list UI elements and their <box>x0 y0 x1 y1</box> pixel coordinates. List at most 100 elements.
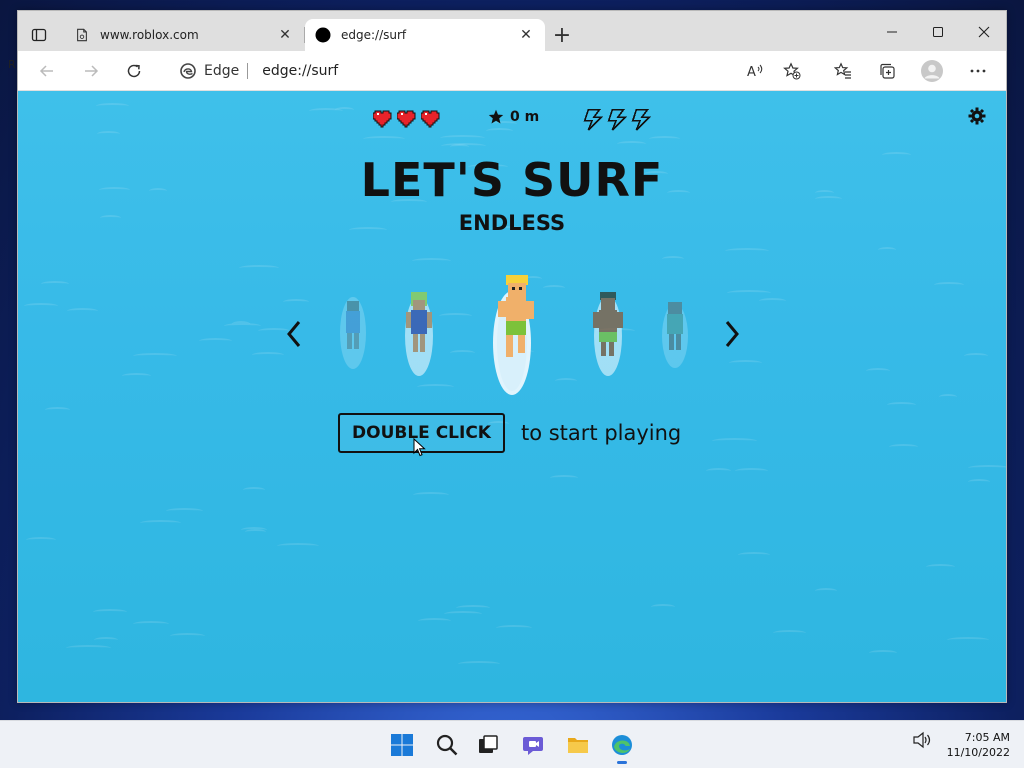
wave-ripple <box>440 135 485 141</box>
wave-ripple <box>94 637 118 643</box>
start-instruction-text: to start playing <box>520 421 682 445</box>
distance-score: 0 m <box>488 109 539 125</box>
more-icon[interactable] <box>963 57 993 85</box>
wave-ripple <box>363 136 405 142</box>
wave-ripple <box>773 630 806 636</box>
surfer-character-selected[interactable] <box>488 271 542 399</box>
wave-ripple <box>243 487 265 493</box>
edge-chip: Edge <box>170 63 247 79</box>
close-tab-icon[interactable]: ✕ <box>517 26 535 44</box>
wave-ripple <box>926 564 955 570</box>
boost-indicator <box>581 109 651 131</box>
wave-ripple <box>964 353 988 359</box>
edge-browser-icon[interactable] <box>606 729 638 764</box>
back-arrow-icon[interactable] <box>32 57 62 85</box>
lightning-icon <box>607 109 627 131</box>
surfer-character-right[interactable] <box>588 286 628 378</box>
browser-window: www.roblox.com ✕ edge://surf ✕ + Edge ed… <box>17 10 1007 703</box>
surfer-character-far-left[interactable] <box>336 291 370 371</box>
tab-surf[interactable]: edge://surf ✕ <box>305 19 545 51</box>
wave-ripple <box>413 492 449 498</box>
close-tab-icon[interactable]: ✕ <box>276 26 294 44</box>
wave-ripple <box>26 537 56 543</box>
wave-ripple <box>252 352 284 358</box>
wave-ripple <box>439 313 472 319</box>
tab-title: edge://surf <box>341 28 407 42</box>
page-icon <box>74 27 90 43</box>
wave-ripple <box>133 353 177 359</box>
chat-icon[interactable] <box>518 729 550 761</box>
lightning-icon <box>583 109 603 131</box>
surf-game-canvas[interactable]: 0 m LET'S SURF ENDLESS DOUBLE CLICK to s… <box>18 91 1006 702</box>
start-windows-icon[interactable] <box>386 729 418 761</box>
wave-ripple <box>887 402 916 408</box>
file-explorer-icon[interactable] <box>562 729 594 761</box>
wave-ripple <box>67 308 98 314</box>
tab-actions-icon[interactable] <box>28 24 50 46</box>
omnibox-divider <box>247 63 249 79</box>
address-toolbar: Edge edge://surf A <box>18 51 1006 91</box>
wave-ripple <box>617 141 646 147</box>
wave-ripple <box>417 384 454 390</box>
taskbar: 7:05 AM 11/10/2022 <box>0 720 1024 768</box>
favorites-icon[interactable] <box>828 57 858 85</box>
url-text[interactable]: edge://surf <box>262 63 338 79</box>
edge-chip-label: Edge <box>204 63 240 79</box>
wave-ripple <box>496 625 532 631</box>
wave-ripple <box>712 438 757 444</box>
tab-roblox[interactable]: www.roblox.com ✕ <box>64 19 305 51</box>
wave-ripple <box>41 281 69 287</box>
task-view-icon[interactable] <box>472 729 504 761</box>
wave-ripple <box>878 247 896 253</box>
wave-ripple <box>662 256 684 262</box>
volume-icon[interactable] <box>912 731 932 749</box>
wave-ripple <box>735 468 768 474</box>
wave-ripple <box>170 633 205 639</box>
wave-ripple <box>815 588 837 594</box>
tab-title: www.roblox.com <box>100 28 199 42</box>
address-bar[interactable]: Edge edge://surf <box>170 57 730 85</box>
forward-arrow-icon[interactable] <box>76 57 106 85</box>
wave-ripple <box>555 378 577 384</box>
profile-icon[interactable] <box>917 57 947 85</box>
edge-logo-icon <box>180 63 196 79</box>
wave-ripple <box>947 637 989 643</box>
clock-date: 11/10/2022 <box>946 746 1010 759</box>
wave-ripple <box>140 520 181 526</box>
wave-ripple <box>444 611 482 617</box>
refresh-icon[interactable] <box>119 57 149 85</box>
wave-ripple <box>543 285 565 291</box>
wave-ripple <box>729 360 762 366</box>
search-icon[interactable] <box>431 729 463 761</box>
surfer-character-far-right[interactable] <box>658 296 692 372</box>
read-aloud-icon[interactable]: A <box>740 57 770 85</box>
lightning-icon <box>631 109 651 131</box>
previous-character-arrow-icon[interactable] <box>282 319 306 349</box>
tab-bar: www.roblox.com ✕ edge://surf ✕ + <box>18 11 1006 51</box>
wave-ripple <box>239 265 279 271</box>
surfer-character-left[interactable] <box>401 286 437 378</box>
wave-ripple <box>412 258 451 264</box>
wave-ripple <box>241 527 267 533</box>
distance-value: 0 m <box>510 109 540 125</box>
wave-ripple <box>651 604 675 610</box>
next-character-arrow-icon[interactable] <box>720 319 744 349</box>
wave-ripple <box>283 299 309 305</box>
close-window-icon[interactable] <box>961 19 1007 45</box>
surf-favicon-icon <box>315 27 331 43</box>
wave-ripple <box>759 298 786 304</box>
minimize-icon[interactable] <box>869 19 915 45</box>
wave-ripple <box>649 136 680 142</box>
wave-ripple <box>869 650 897 656</box>
game-title: LET'S SURF <box>360 153 664 207</box>
wave-ripple <box>450 350 475 356</box>
settings-gear-icon[interactable] <box>968 107 986 125</box>
new-tab-button[interactable]: + <box>551 25 573 47</box>
maximize-icon[interactable] <box>915 19 961 45</box>
add-favorite-icon[interactable] <box>777 57 807 85</box>
system-clock[interactable]: 7:05 AM 11/10/2022 <box>940 730 1010 760</box>
wave-ripple <box>45 407 70 413</box>
collections-icon[interactable] <box>872 57 902 85</box>
heart-icon <box>397 110 416 128</box>
wave-ripple <box>97 131 120 137</box>
